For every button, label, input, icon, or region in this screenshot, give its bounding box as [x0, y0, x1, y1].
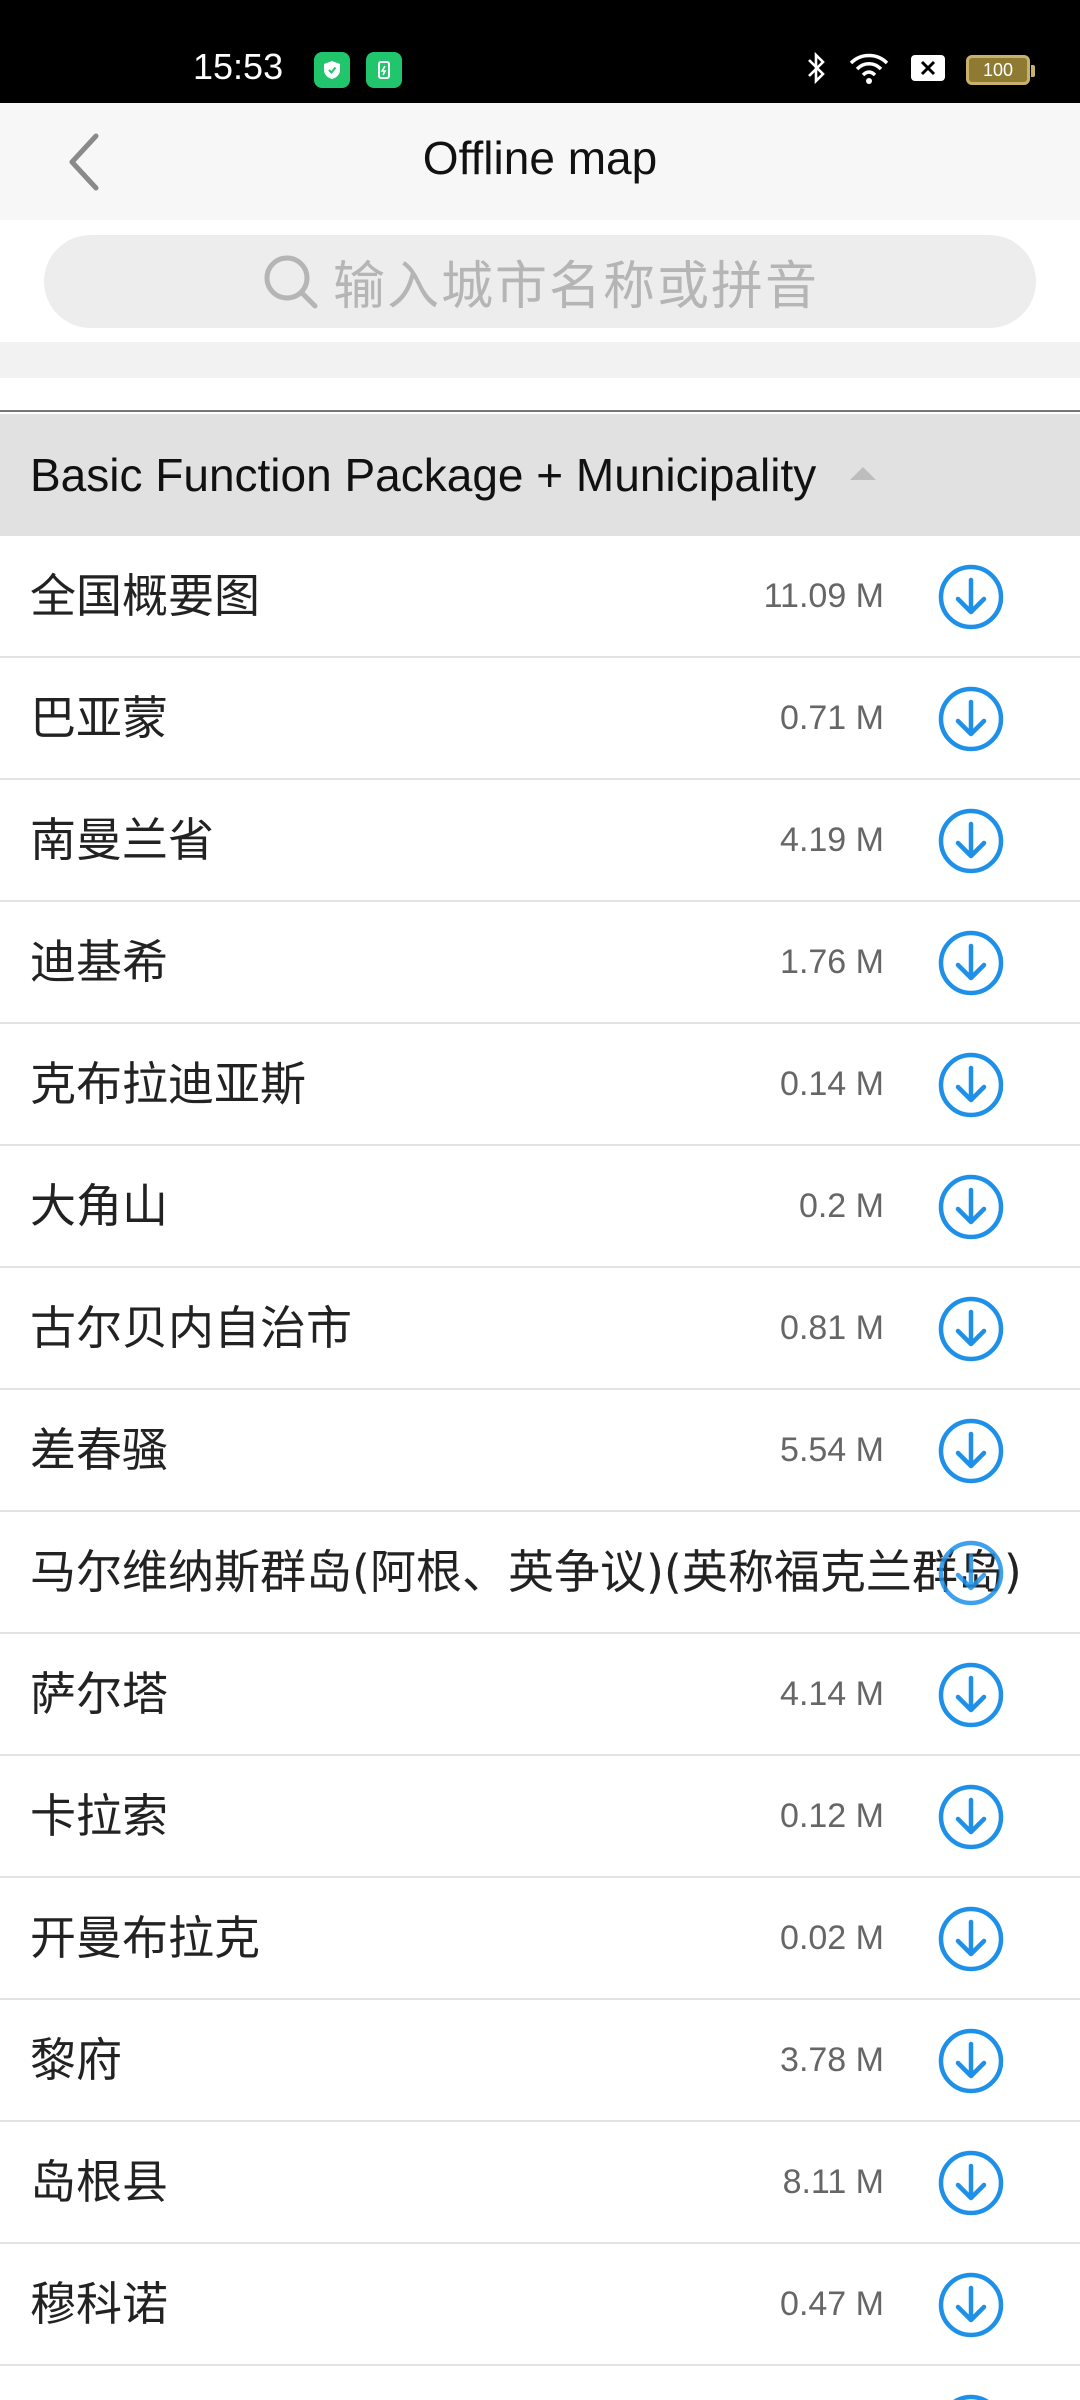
download-icon[interactable] [938, 564, 1004, 630]
list-item[interactable] [0, 2366, 1080, 2400]
item-size: 8.11 M [782, 2163, 884, 2201]
list-item[interactable]: 迪基希 1.76 M [0, 902, 1080, 1024]
section-header[interactable]: Basic Function Package + Municipality [0, 414, 1080, 536]
item-name: 巴亚蒙 [30, 691, 168, 745]
download-icon[interactable] [938, 2150, 1004, 2216]
item-name: 岛根县 [30, 2155, 168, 2209]
caret-up-icon [850, 466, 877, 480]
download-icon[interactable] [938, 1174, 1004, 1240]
list-item[interactable]: 黎府 3.78 M [0, 2000, 1080, 2122]
download-icon[interactable] [938, 686, 1004, 752]
battery-app-icon [366, 52, 402, 88]
item-size: 4.19 M [780, 821, 884, 859]
list-item[interactable]: 大角山 0.2 M [0, 1146, 1080, 1268]
status-time: 15:53 [193, 46, 284, 87]
page-title: Offline map [422, 132, 658, 184]
list-item[interactable]: 马尔维纳斯群岛(阿根、英争议)(英称福克兰群岛) [0, 1512, 1080, 1634]
item-name: 克布拉迪亚斯 [30, 1057, 306, 1111]
item-size: 5.54 M [780, 1431, 884, 1469]
search-placeholder: 输入城市名称或拼音 [332, 257, 819, 317]
download-icon[interactable] [938, 2394, 1004, 2400]
list-item[interactable]: 卡拉索 0.12 M [0, 1756, 1080, 1878]
map-list: 全国概要图 11.09 M 巴亚蒙 0.71 M 南曼兰省 4.19 M 迪基希… [0, 536, 1080, 2400]
item-name: 古尔贝内自治市 [30, 1301, 352, 1355]
item-size: 0.47 M [780, 2285, 884, 2323]
item-name: 马尔维纳斯群岛(阿根、英争议)(英称福克兰群岛) [30, 1545, 1022, 1599]
item-size: 0.2 M [798, 1187, 884, 1225]
app-header: Offline map [0, 103, 1080, 220]
download-icon[interactable] [938, 1418, 1004, 1484]
item-size: 11.09 M [763, 577, 884, 615]
item-size: 0.14 M [780, 1065, 884, 1103]
sim-blocked-icon [910, 53, 946, 87]
list-item[interactable]: 巴亚蒙 0.71 M [0, 658, 1080, 780]
list-item[interactable]: 古尔贝内自治市 0.81 M [0, 1268, 1080, 1390]
item-size: 1.76 M [780, 943, 884, 981]
item-name: 黎府 [30, 2033, 122, 2087]
item-name: 穆科诺 [30, 2277, 168, 2331]
list-item[interactable]: 南曼兰省 4.19 M [0, 780, 1080, 902]
item-size: 3.78 M [780, 2041, 884, 2079]
item-name: 差春骚 [30, 1423, 168, 1477]
list-item[interactable]: 穆科诺 0.47 M [0, 2244, 1080, 2366]
list-item[interactable]: 全国概要图 11.09 M [0, 536, 1080, 658]
bluetooth-icon [806, 50, 828, 90]
list-item[interactable]: 岛根县 8.11 M [0, 2122, 1080, 2244]
status-bar: 15:53 100 [0, 0, 1080, 103]
shield-app-icon [314, 52, 350, 88]
search-icon [264, 255, 318, 308]
search-bar: 输入城市名称或拼音 [0, 220, 1080, 342]
item-name: 全国概要图 [30, 569, 260, 623]
download-icon[interactable] [938, 1052, 1004, 1118]
item-size: 4.14 M [780, 1675, 884, 1713]
item-size: 0.81 M [780, 1309, 884, 1347]
item-name: 卡拉索 [30, 1789, 168, 1843]
download-icon[interactable] [938, 1784, 1004, 1850]
item-size: 0.02 M [780, 1919, 884, 1957]
download-icon[interactable] [938, 1906, 1004, 1972]
section-title: Basic Function Package + Municipality [30, 449, 817, 501]
item-name: 萨尔塔 [30, 1667, 168, 1721]
download-icon[interactable] [938, 1296, 1004, 1362]
download-icon[interactable] [938, 808, 1004, 874]
download-icon[interactable] [938, 930, 1004, 996]
status-indicators: 100 [806, 50, 1035, 90]
list-item[interactable]: 开曼布拉克 0.02 M [0, 1878, 1080, 2000]
divider [0, 342, 1080, 378]
list-item[interactable]: 萨尔塔 4.14 M [0, 1634, 1080, 1756]
item-name: 大角山 [30, 1179, 168, 1233]
item-name: 迪基希 [30, 935, 168, 989]
download-icon[interactable] [938, 2272, 1004, 2338]
battery-icon: 100 [966, 55, 1035, 85]
item-name: 南曼兰省 [30, 813, 214, 867]
item-size: 0.12 M [780, 1797, 884, 1835]
list-item[interactable]: 克布拉迪亚斯 0.14 M [0, 1024, 1080, 1146]
item-name: 开曼布拉克 [30, 1911, 260, 1965]
item-size: 0.71 M [780, 699, 884, 737]
download-icon[interactable] [938, 2028, 1004, 2094]
list-item[interactable]: 差春骚 5.54 M [0, 1390, 1080, 1512]
divider [0, 378, 1080, 412]
download-icon[interactable] [938, 1540, 1004, 1606]
search-input[interactable]: 输入城市名称或拼音 [44, 235, 1036, 328]
wifi-icon [848, 51, 890, 89]
download-icon[interactable] [938, 1662, 1004, 1728]
